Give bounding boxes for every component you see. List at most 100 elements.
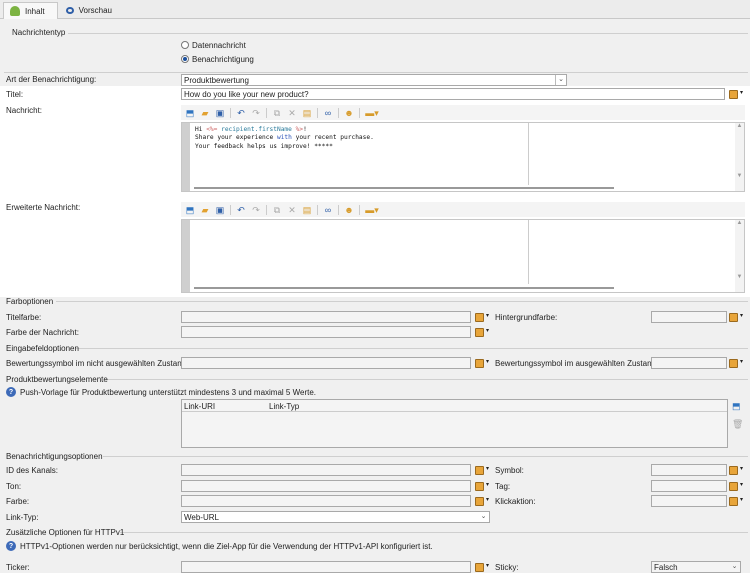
personalize-icon[interactable] xyxy=(729,482,738,491)
sound-input[interactable] xyxy=(181,480,471,492)
save-icon[interactable]: ▣ xyxy=(215,205,225,215)
copy-icon[interactable]: ⧉ xyxy=(272,108,282,118)
format-menu-icon[interactable]: ▬▾ xyxy=(365,108,379,118)
insert-field-icon[interactable]: ⬒ xyxy=(185,205,195,215)
personalize-icon[interactable] xyxy=(729,90,738,99)
divider xyxy=(103,456,748,457)
chevron-down-icon[interactable]: ▾ xyxy=(486,312,489,319)
sticky-select[interactable]: Falsch ⌄ xyxy=(651,561,741,573)
message-editor[interactable]: ▲ ▼ Hi <%= recipient.firstName %>! Share… xyxy=(181,122,745,192)
redo-icon[interactable]: ↷ xyxy=(251,205,261,215)
paste-icon[interactable]: ▤ xyxy=(302,205,312,215)
paste-icon[interactable]: ▤ xyxy=(302,108,312,118)
col-link-type: Link-Typ xyxy=(269,402,300,411)
personalize-icon[interactable] xyxy=(729,313,738,322)
tag-input[interactable] xyxy=(651,480,727,492)
section-title-msg-type: Nachrichtentyp xyxy=(12,28,66,37)
personalize-icon[interactable] xyxy=(475,328,484,337)
personalize-icon[interactable] xyxy=(475,359,484,368)
format-menu-icon[interactable]: ▬▾ xyxy=(365,205,379,215)
chevron-down-icon[interactable]: ▾ xyxy=(486,358,489,365)
radio-data-label: Datennachricht xyxy=(192,41,246,50)
tab-preview-label: Vorschau xyxy=(78,6,112,15)
delete-icon[interactable]: 🗑 xyxy=(732,419,743,429)
click-action-input[interactable] xyxy=(651,495,727,507)
find-icon[interactable]: ∞ xyxy=(323,108,333,118)
unselected-icon-label: Bewertungssymbol im nicht ausgewählten Z… xyxy=(6,359,189,368)
chevron-down-icon[interactable]: ▾ xyxy=(740,358,743,365)
insert-field-icon[interactable]: ⬒ xyxy=(185,108,195,118)
rating-table[interactable]: Link-URI Link-Typ xyxy=(181,399,728,448)
msg-color-input[interactable] xyxy=(181,326,471,338)
divider xyxy=(4,72,748,73)
chevron-down-icon[interactable]: ▾ xyxy=(486,327,489,334)
save-icon[interactable]: ▣ xyxy=(215,108,225,118)
personalize-icon[interactable] xyxy=(729,497,738,506)
chevron-down-icon[interactable]: ▾ xyxy=(486,481,489,488)
title-color-input[interactable] xyxy=(181,311,471,323)
radio-notification[interactable] xyxy=(181,55,189,63)
link-type-label: Link-Typ: xyxy=(6,513,39,522)
eye-icon xyxy=(66,7,74,14)
channel-input[interactable] xyxy=(181,464,471,476)
undo-icon[interactable]: ↶ xyxy=(236,205,246,215)
redo-icon[interactable]: ↷ xyxy=(251,108,261,118)
title-color-label: Titelfarbe: xyxy=(6,313,42,322)
cut-icon[interactable]: ✕ xyxy=(287,205,297,215)
chevron-down-icon[interactable]: ▾ xyxy=(740,312,743,319)
personalize-icon[interactable] xyxy=(475,466,484,475)
chevron-down-icon[interactable]: ▾ xyxy=(486,562,489,569)
link-type-select[interactable]: Web-URL ⌄ xyxy=(181,511,490,523)
chevron-down-icon[interactable]: ▾ xyxy=(740,496,743,503)
extended-toolbar: ⬒ ▰ ▣ ↶ ↷ ⧉ ✕ ▤ ∞ ☻ ▬▾ xyxy=(181,202,745,217)
color-input[interactable] xyxy=(181,495,471,507)
copy-icon[interactable]: ⧉ xyxy=(272,205,282,215)
title-input[interactable]: How do you like your new product? xyxy=(181,88,725,100)
add-row-icon[interactable]: ⬒ xyxy=(732,401,742,411)
emoji-icon[interactable]: ☻ xyxy=(344,205,354,215)
link-type-value: Web-URL xyxy=(184,513,219,522)
radio-notification-label: Benachrichtigung xyxy=(192,55,254,64)
chevron-down-icon[interactable]: ▾ xyxy=(486,496,489,503)
section-title-notif-opts: Benachrichtigungsoptionen xyxy=(6,452,103,461)
extended-editor[interactable]: ▲ ▼ xyxy=(181,219,745,293)
chevron-down-icon: ⌄ xyxy=(555,75,566,85)
selected-icon-input[interactable] xyxy=(651,357,727,369)
tab-content-label: Inhalt xyxy=(25,6,45,16)
undo-icon[interactable]: ↶ xyxy=(236,108,246,118)
personalize-icon[interactable] xyxy=(475,482,484,491)
chevron-down-icon[interactable]: ▾ xyxy=(740,89,743,96)
color-label: Farbe: xyxy=(6,497,30,506)
open-folder-icon[interactable]: ▰ xyxy=(200,108,210,118)
tab-preview[interactable]: Vorschau xyxy=(60,2,118,19)
notif-kind-select[interactable]: Produktbewertung ⌄ xyxy=(181,74,567,86)
radio-data-message[interactable] xyxy=(181,41,189,49)
chevron-down-icon[interactable]: ▾ xyxy=(486,465,489,472)
extended-message-label: Erweiterte Nachricht: xyxy=(6,203,81,212)
find-icon[interactable]: ∞ xyxy=(323,205,333,215)
symbol-input[interactable] xyxy=(651,464,727,476)
message-label: Nachricht: xyxy=(6,106,43,115)
personalize-icon[interactable] xyxy=(729,466,738,475)
personalize-icon[interactable] xyxy=(475,497,484,506)
personalize-icon[interactable] xyxy=(729,359,738,368)
android-icon xyxy=(10,6,20,16)
sticky-value: Falsch xyxy=(654,563,678,572)
chevron-down-icon[interactable]: ▾ xyxy=(740,481,743,488)
section-title-colors: Farboptionen xyxy=(6,297,54,306)
open-folder-icon[interactable]: ▰ xyxy=(200,205,210,215)
cut-icon[interactable]: ✕ xyxy=(287,108,297,118)
ticker-input[interactable] xyxy=(181,561,471,573)
personalize-icon[interactable] xyxy=(475,313,484,322)
selected-icon-label: Bewertungssymbol im ausgewählten Zustand… xyxy=(495,359,661,368)
info-icon: ? xyxy=(6,541,16,551)
emoji-icon[interactable]: ☻ xyxy=(344,108,354,118)
unselected-icon-input[interactable] xyxy=(181,357,471,369)
bg-color-label: Hintergrundfarbe: xyxy=(495,313,558,322)
chevron-down-icon[interactable]: ▾ xyxy=(740,465,743,472)
tab-content[interactable]: Inhalt xyxy=(3,2,58,19)
bg-color-input[interactable] xyxy=(651,311,727,323)
msg-color-label: Farbe der Nachricht: xyxy=(6,328,79,337)
personalize-icon[interactable] xyxy=(475,563,484,572)
channel-label: ID des Kanals: xyxy=(6,466,59,475)
